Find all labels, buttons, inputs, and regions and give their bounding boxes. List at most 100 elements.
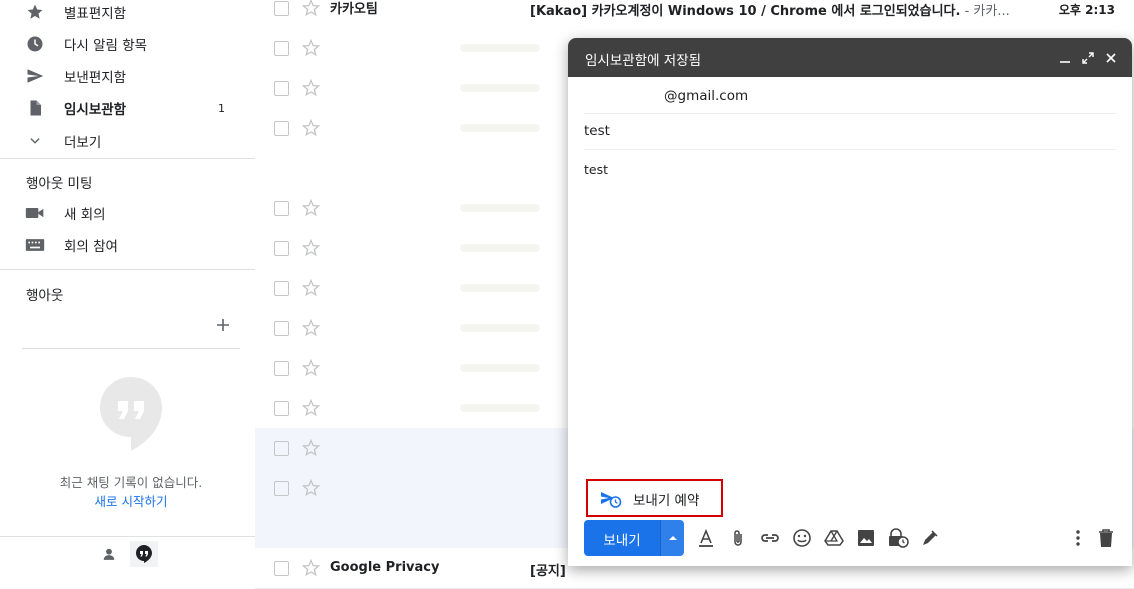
draft-count: 1 xyxy=(218,101,225,115)
send-icon xyxy=(25,66,45,86)
message-body[interactable]: test xyxy=(584,162,608,177)
sidebar-item-snoozed[interactable]: 다시 알림 항목 xyxy=(0,28,255,60)
blurred-content xyxy=(460,204,540,212)
blurred-content xyxy=(460,124,540,132)
sidebar-item-more[interactable]: 더보기 xyxy=(0,125,255,157)
sidebar: 별표편지함 다시 알림 항목 보낸편지함 임시보관함 1 더보기 행아웃 미팅 … xyxy=(0,0,255,567)
caret-up-icon xyxy=(669,536,677,540)
keyboard-icon xyxy=(25,235,45,255)
checkbox[interactable] xyxy=(274,481,289,496)
checkbox[interactable] xyxy=(274,281,289,296)
plus-icon[interactable] xyxy=(214,316,232,334)
checkbox[interactable] xyxy=(274,1,289,16)
meet-section-title: 행아웃 미팅 xyxy=(26,176,93,192)
divider xyxy=(584,149,1116,150)
sidebar-item-drafts[interactable]: 임시보관함 1 xyxy=(0,92,255,124)
sidebar-item-label: 별표편지함 xyxy=(64,6,127,22)
star-outline-icon[interactable] xyxy=(301,38,321,57)
checkbox[interactable] xyxy=(274,81,289,96)
empty-chat-text: 최근 채팅 기록이 없습니다. xyxy=(59,475,203,490)
divider xyxy=(22,348,240,349)
star-outline-icon[interactable] xyxy=(301,198,321,217)
start-chat-link[interactable]: 새로 시작하기 xyxy=(0,491,262,510)
close-icon[interactable] xyxy=(1103,50,1119,66)
checkbox[interactable] xyxy=(274,121,289,136)
subject-field[interactable]: test xyxy=(584,123,610,139)
checkbox[interactable] xyxy=(274,441,289,456)
person-icon[interactable] xyxy=(95,541,123,567)
blurred-content xyxy=(460,84,540,92)
send-options-button[interactable] xyxy=(660,520,684,556)
star-outline-icon[interactable] xyxy=(301,398,321,417)
chevron-down-icon xyxy=(25,131,45,151)
checkbox[interactable] xyxy=(274,361,289,376)
sidebar-item-label: 더보기 xyxy=(64,135,102,151)
send-button-label: 보내기 xyxy=(603,533,641,549)
star-outline-icon[interactable] xyxy=(301,438,321,457)
sidebar-item-label: 임시보관함 xyxy=(64,102,127,118)
draft-icon xyxy=(25,98,45,118)
star-outline-icon[interactable] xyxy=(301,318,321,337)
link-icon[interactable] xyxy=(759,527,781,549)
email-time: 오후 2:13 xyxy=(1058,3,1115,17)
email-sender: Google Privacy xyxy=(330,560,440,575)
checkbox[interactable] xyxy=(274,241,289,256)
schedule-send-icon xyxy=(600,490,622,508)
email-sender: 카카오팀 xyxy=(330,2,378,17)
table-row[interactable]: 카카오팀 [Kakao] 카카오계정이 Windows 10 / Chrome … xyxy=(255,0,1134,29)
attachment-icon[interactable] xyxy=(727,527,749,549)
divider xyxy=(0,269,255,270)
schedule-send-label: 보내기 예약 xyxy=(633,493,700,509)
schedule-send-menu-item[interactable]: 보내기 예약 xyxy=(586,479,723,517)
sidebar-item-sent[interactable]: 보낸편지함 xyxy=(0,60,255,92)
checkbox[interactable] xyxy=(274,41,289,56)
compose-header[interactable]: 임시보관함에 저장됨 xyxy=(568,38,1132,77)
sidebar-item-label: 보낸편지함 xyxy=(64,70,127,86)
sidebar-item-label: 회의 참여 xyxy=(64,239,118,255)
drive-icon[interactable] xyxy=(823,527,845,549)
hangouts-logo-icon xyxy=(100,377,162,451)
star-icon xyxy=(25,2,45,22)
delete-icon[interactable] xyxy=(1095,527,1117,549)
sidebar-item-label: 새 회의 xyxy=(64,207,106,223)
star-outline-icon[interactable] xyxy=(301,0,321,17)
insert-photo-icon[interactable] xyxy=(855,527,877,549)
blurred-content xyxy=(460,364,540,372)
blurred-content xyxy=(460,244,540,252)
email-subject: [공지] xyxy=(530,564,566,579)
email-subject: [Kakao] 카카오계정이 Windows 10 / Chrome 에서 로그… xyxy=(530,4,1010,19)
divider xyxy=(584,113,1116,114)
checkbox[interactable] xyxy=(274,201,289,216)
divider xyxy=(0,158,255,159)
sidebar-item-join-meeting[interactable]: 회의 참여 xyxy=(0,229,255,261)
checkbox[interactable] xyxy=(274,561,289,576)
star-outline-icon[interactable] xyxy=(301,278,321,297)
star-outline-icon[interactable] xyxy=(301,358,321,377)
star-outline-icon[interactable] xyxy=(301,78,321,97)
signature-icon[interactable] xyxy=(919,527,941,549)
clock-icon xyxy=(25,34,45,54)
more-options-icon[interactable] xyxy=(1067,527,1089,549)
confidential-mode-icon[interactable] xyxy=(887,527,909,549)
compose-title: 임시보관함에 저장됨 xyxy=(585,53,702,69)
minimize-icon[interactable] xyxy=(1057,50,1073,66)
text-format-icon[interactable] xyxy=(695,527,717,549)
sidebar-item-starred[interactable]: 별표편지함 xyxy=(0,0,255,28)
blurred-content xyxy=(460,284,540,292)
checkbox[interactable] xyxy=(274,321,289,336)
expand-icon[interactable] xyxy=(1080,50,1096,66)
star-outline-icon[interactable] xyxy=(301,478,321,497)
compose-window: 임시보관함에 저장됨 @gmail.com test test 보내기 예약 보… xyxy=(568,38,1132,566)
to-field[interactable]: @gmail.com xyxy=(664,88,748,104)
emoji-icon[interactable] xyxy=(791,527,813,549)
hangouts-section-title: 행아웃 xyxy=(26,288,64,304)
star-outline-icon[interactable] xyxy=(301,558,321,577)
star-outline-icon[interactable] xyxy=(301,118,321,137)
sidebar-item-new-meeting[interactable]: 새 회의 xyxy=(0,197,255,229)
video-icon xyxy=(25,203,45,223)
sidebar-item-label: 다시 알림 항목 xyxy=(64,38,148,54)
send-button[interactable]: 보내기 xyxy=(584,520,660,556)
star-outline-icon[interactable] xyxy=(301,238,321,257)
checkbox[interactable] xyxy=(274,401,289,416)
hangouts-chat-icon[interactable] xyxy=(130,541,158,567)
